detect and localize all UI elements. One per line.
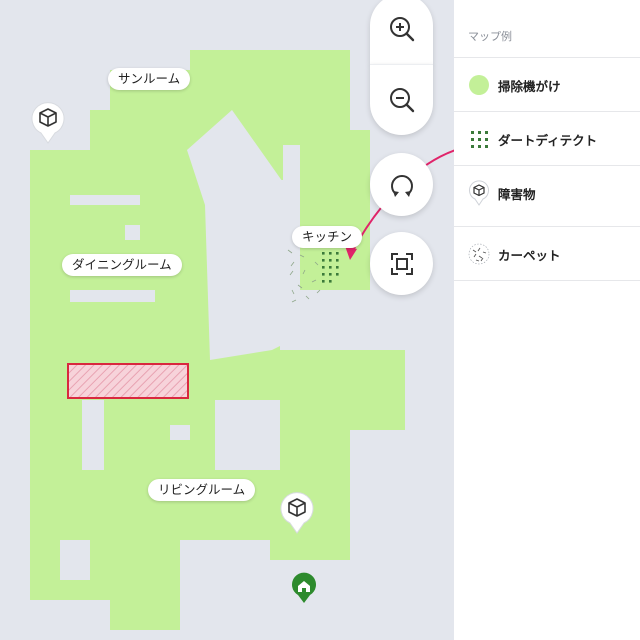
home-base-marker[interactable] [290, 572, 318, 604]
fit-screen-icon [390, 252, 413, 275]
obstacle-marker[interactable] [30, 100, 66, 144]
floor-map: サンルーム ダイニングルーム キッチン リビングルーム [0, 0, 454, 640]
home-icon [292, 572, 316, 603]
zoom-out-button[interactable] [370, 64, 433, 135]
room-label-kitchen[interactable]: キッチン [292, 226, 363, 248]
legend-item-vacuumed: 掃除機がけ [454, 57, 640, 112]
legend-item-obstacle: 障害物 [454, 165, 640, 220]
room-label-dining[interactable]: ダイニングルーム [62, 254, 182, 276]
dots-grid-icon [468, 128, 490, 150]
rotate-icon [390, 174, 413, 197]
carpet-icon [468, 243, 490, 265]
legend-item-label: ダートディテクト [498, 132, 598, 148]
green-circle-icon [468, 74, 490, 96]
map-legend-panel: マップ例 掃除機がけ ダートディテクト 障害物 カーペット [454, 0, 640, 640]
rotate-map-button[interactable] [370, 153, 433, 216]
zoom-in-icon [389, 17, 414, 42]
obstacle-marker[interactable] [279, 490, 315, 534]
room-label-living[interactable]: リビングルーム [148, 479, 256, 501]
legend-item-label: 障害物 [498, 186, 536, 202]
cube-icon [31, 102, 65, 144]
cube-pin-icon [468, 180, 490, 206]
room-label-sunroom[interactable]: サンルーム [108, 68, 191, 90]
legend-divider [454, 280, 640, 281]
spot-clean-region [67, 363, 189, 399]
legend-item-label: カーペット [498, 247, 561, 263]
legend-heading: マップ例 [468, 30, 512, 43]
legend-item-label: 掃除機がけ [498, 78, 561, 94]
fit-screen-button[interactable] [370, 232, 433, 295]
legend-item-carpet: カーペット [454, 226, 640, 281]
cube-icon [280, 492, 314, 534]
zoom-out-icon [389, 88, 414, 113]
legend-item-dirt-detect: ダートディテクト [454, 111, 640, 166]
zoom-in-button[interactable] [370, 0, 433, 64]
